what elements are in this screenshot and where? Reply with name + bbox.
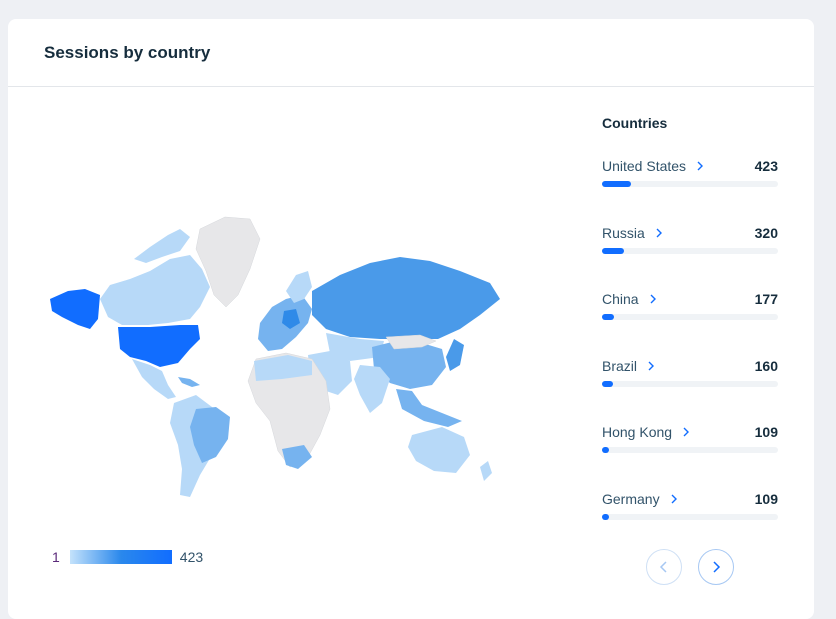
chevron-right-icon — [713, 561, 721, 573]
country-name: Brazil — [602, 357, 638, 374]
country-value: 177 — [754, 291, 778, 307]
country-progress-fill — [602, 447, 609, 453]
legend-max-value: 423 — [179, 549, 204, 565]
map-legend: 1 423 — [52, 549, 203, 565]
country-row-header: United States 423 — [602, 157, 778, 175]
sessions-by-country-card: Sessions by country 1 423 Countries Unit… — [8, 19, 814, 619]
card-title: Sessions by country — [44, 42, 211, 62]
country-row[interactable]: Germany 109 — [602, 490, 778, 557]
prev-page-button[interactable] — [646, 549, 682, 585]
country-progress-track — [602, 380, 778, 387]
country-progress-track — [602, 513, 778, 520]
map-region-russia[interactable] — [312, 257, 500, 339]
country-row-header: Hong Kong 109 — [602, 423, 778, 441]
country-row-header: Germany 109 — [602, 490, 778, 508]
country-name-link[interactable]: United States — [602, 158, 704, 174]
country-progress-fill — [602, 513, 609, 520]
country-value: 320 — [754, 224, 778, 241]
map-region-mexico[interactable] — [132, 359, 176, 399]
country-row-header: Russia 320 — [602, 224, 778, 242]
legend-min-value: 1 — [52, 549, 60, 565]
country-value: 423 — [754, 158, 778, 174]
card-header: Sessions by country — [8, 19, 814, 87]
map-region-united-states[interactable] — [118, 325, 200, 367]
country-progress-fill — [602, 181, 631, 187]
country-name-link[interactable]: Hong Kong — [602, 424, 690, 440]
country-row[interactable]: United States 423 — [602, 157, 778, 224]
country-value: 160 — [754, 357, 778, 374]
country-row[interactable]: Brazil 160 — [602, 357, 778, 424]
country-progress-fill — [602, 314, 614, 320]
map-region-australia[interactable] — [408, 427, 470, 473]
map-region-caribbean[interactable] — [178, 377, 200, 387]
country-row-header: China 177 — [602, 290, 778, 308]
country-progress-fill — [602, 247, 624, 254]
country-progress-track — [602, 447, 778, 453]
map-region-canada[interactable] — [100, 255, 210, 325]
country-progress-track — [602, 181, 778, 187]
country-name: Russia — [602, 224, 645, 241]
chevron-right-icon — [697, 161, 704, 171]
countries-list: Countries United States 423 Russia 320 China… — [602, 115, 778, 556]
country-name: China — [602, 291, 639, 307]
chevron-right-icon — [671, 494, 677, 503]
map-region-alaska[interactable] — [50, 289, 100, 329]
country-row[interactable]: Russia 320 — [602, 224, 778, 291]
country-name-link[interactable]: Germany — [602, 491, 678, 507]
legend-gradient-bar — [69, 550, 172, 564]
country-name: United States — [602, 158, 687, 174]
country-row-header: Brazil 160 — [602, 357, 778, 375]
pager — [646, 549, 734, 585]
countries-title: Countries — [602, 115, 668, 131]
country-progress-fill — [602, 380, 613, 387]
country-row[interactable]: Hong Kong 109 — [602, 423, 778, 490]
map-region-new-zealand[interactable] — [480, 461, 492, 481]
chevron-left-icon — [659, 561, 667, 573]
chevron-right-icon — [648, 361, 655, 370]
next-page-button[interactable] — [698, 549, 734, 585]
country-name: Germany — [602, 490, 660, 507]
chevron-right-icon — [683, 427, 690, 437]
country-progress-track — [602, 314, 778, 320]
country-value: 109 — [754, 490, 778, 507]
country-name-link[interactable]: Brazil — [602, 358, 655, 374]
world-map — [50, 216, 500, 497]
country-name-link[interactable]: China — [602, 291, 657, 307]
country-value: 109 — [754, 424, 778, 440]
country-progress-track — [602, 247, 778, 254]
chevron-right-icon — [650, 294, 656, 304]
country-row[interactable]: China 177 — [602, 290, 778, 357]
map-region-southeast-asia[interactable] — [396, 389, 462, 427]
map-region-japan[interactable] — [446, 339, 464, 371]
country-name: Hong Kong — [602, 424, 673, 440]
country-name-link[interactable]: Russia — [602, 225, 663, 241]
chevron-right-icon — [656, 228, 662, 237]
